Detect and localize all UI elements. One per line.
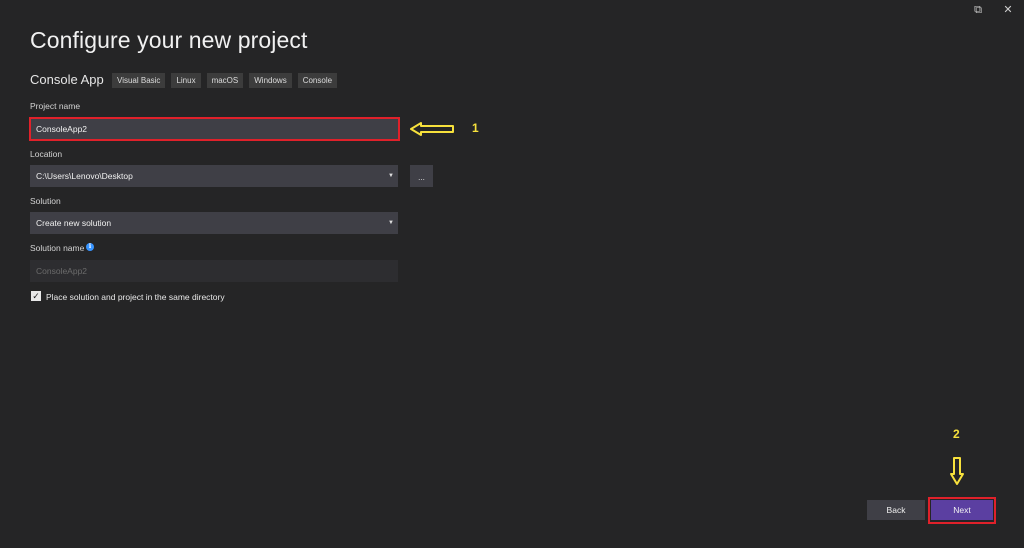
chevron-down-icon: ▼ (388, 173, 394, 179)
solution-name-label: Solution name (30, 243, 85, 253)
same-directory-checkbox[interactable]: ✓ (31, 291, 41, 301)
template-tags: Visual Basic Linux macOS Windows Console (112, 73, 338, 88)
tag-console: Console (297, 73, 338, 88)
close-window-icon[interactable]: ✕ (1001, 4, 1015, 16)
annotation-number-2: 2 (953, 427, 960, 441)
down-arrow-annotation-icon (950, 457, 964, 485)
solution-name-input: ConsoleApp2 (30, 260, 398, 282)
browse-button[interactable]: ... (410, 165, 433, 187)
template-name: Console App (30, 72, 104, 87)
info-icon[interactable]: i (86, 243, 94, 251)
back-button[interactable]: Back (867, 500, 925, 520)
solution-value: Create new solution (36, 218, 112, 228)
solution-label: Solution (30, 196, 61, 206)
tag-macos: macOS (206, 73, 244, 88)
project-name-label: Project name (30, 101, 81, 111)
page-title: Configure your new project (30, 27, 308, 53)
tag-linux: Linux (171, 73, 201, 88)
location-dropdown[interactable]: C:\Users\Lenovo\Desktop ▼ (30, 165, 398, 187)
annotation-number-1: 1 (472, 121, 479, 135)
project-name-highlight (29, 117, 400, 141)
tag-visual-basic: Visual Basic (112, 73, 166, 88)
same-directory-label[interactable]: Place solution and project in the same d… (46, 292, 225, 302)
restore-window-icon[interactable]: ⧉ (971, 4, 985, 16)
left-arrow-annotation-icon (410, 122, 454, 136)
tag-windows: Windows (249, 73, 292, 88)
next-button-highlight (928, 497, 996, 524)
location-value: C:\Users\Lenovo\Desktop (36, 171, 133, 181)
location-label: Location (30, 149, 63, 159)
chevron-down-icon: ▼ (388, 220, 394, 226)
solution-dropdown[interactable]: Create new solution ▼ (30, 212, 398, 234)
